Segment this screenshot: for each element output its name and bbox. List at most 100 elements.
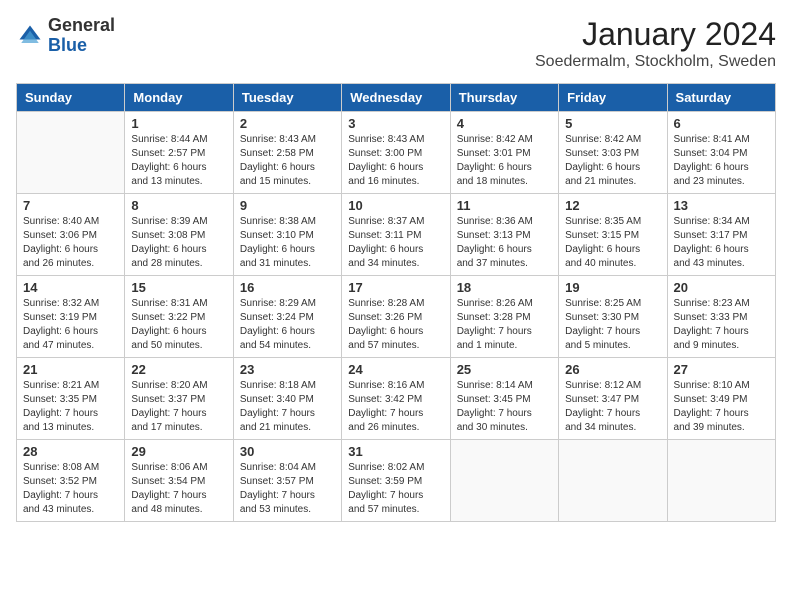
day-number: 2 [240,116,335,131]
day-info: Sunrise: 8:23 AM Sunset: 3:33 PM Dayligh… [674,297,769,353]
day-number: 26 [565,362,660,377]
day-info: Sunrise: 8:31 AM Sunset: 3:22 PM Dayligh… [131,297,226,353]
day-info: Sunrise: 8:43 AM Sunset: 2:58 PM Dayligh… [240,133,335,189]
day-number: 3 [348,116,443,131]
logo-icon [16,22,44,50]
day-info: Sunrise: 8:44 AM Sunset: 2:57 PM Dayligh… [131,133,226,189]
day-number: 24 [348,362,443,377]
calendar-cell: 12Sunrise: 8:35 AM Sunset: 3:15 PM Dayli… [559,194,667,276]
calendar-cell: 26 Sunrise: 8:12 AM Sunset: 3:47 PM Dayli… [559,358,667,440]
day-number: 9 [240,198,335,213]
location: Soedermalm, Stockholm, Sweden [535,53,776,71]
day-number: 18 [457,280,552,295]
day-info: Sunrise: 8:26 AM Sunset: 3:28 PM Dayligh… [457,297,552,353]
day-info: Sunrise: 8:34 AM Sunset: 3:17 PM Dayligh… [674,215,769,271]
calendar-cell: 14 Sunrise: 8:32 AM Sunset: 3:19 PM Dayli… [17,276,125,358]
logo-blue-text: Blue [48,35,87,55]
day-number: 11 [457,198,552,213]
day-info: Sunrise: 8:08 AM Sunset: 3:52 PM Dayligh… [23,461,118,517]
day-info: Sunrise: 8:28 AM Sunset: 3:26 PM Dayligh… [348,297,443,353]
day-number: 17 [348,280,443,295]
calendar-week-row: 1 Sunrise: 8:44 AM Sunset: 2:57 PM Daylig… [17,112,776,194]
calendar-cell: 18 Sunrise: 8:26 AM Sunset: 3:28 PM Dayli… [450,276,558,358]
day-info: Sunrise: 8:02 AM Sunset: 3:59 PM Dayligh… [348,461,443,517]
day-number: 20 [674,280,769,295]
day-number: 30 [240,444,335,459]
day-number: 31 [348,444,443,459]
day-info: Sunrise: 8:39 AM Sunset: 3:08 PM Dayligh… [131,215,226,271]
calendar-cell: 16 Sunrise: 8:29 AM Sunset: 3:24 PM Dayli… [233,276,341,358]
day-info: Sunrise: 8:20 AM Sunset: 3:37 PM Dayligh… [131,379,226,435]
day-number: 10 [348,198,443,213]
calendar-cell: 17 Sunrise: 8:28 AM Sunset: 3:26 PM Dayli… [342,276,450,358]
calendar-cell: 19 Sunrise: 8:25 AM Sunset: 3:30 PM Dayli… [559,276,667,358]
calendar-cell: 4 Sunrise: 8:42 AM Sunset: 3:01 PM Daylig… [450,112,558,194]
day-number: 28 [23,444,118,459]
month-title: January 2024 [535,16,776,53]
day-info: Sunrise: 8:10 AM Sunset: 3:49 PM Dayligh… [674,379,769,435]
day-number: 7 [23,198,118,213]
calendar-cell: 24 Sunrise: 8:16 AM Sunset: 3:42 PM Dayli… [342,358,450,440]
weekday-header: Thursday [450,84,558,112]
day-info: Sunrise: 8:42 AM Sunset: 3:03 PM Dayligh… [565,133,660,189]
calendar-cell: 29Sunrise: 8:06 AM Sunset: 3:54 PM Dayli… [125,440,233,522]
day-info: Sunrise: 8:37 AM Sunset: 3:11 PM Dayligh… [348,215,443,271]
calendar-week-row: 28 Sunrise: 8:08 AM Sunset: 3:52 PM Dayli… [17,440,776,522]
calendar-cell: 5Sunrise: 8:42 AM Sunset: 3:03 PM Daylig… [559,112,667,194]
calendar-cell: 2 Sunrise: 8:43 AM Sunset: 2:58 PM Daylig… [233,112,341,194]
calendar-cell [559,440,667,522]
day-number: 4 [457,116,552,131]
day-info: Sunrise: 8:32 AM Sunset: 3:19 PM Dayligh… [23,297,118,353]
day-number: 29 [131,444,226,459]
calendar-cell: 8Sunrise: 8:39 AM Sunset: 3:08 PM Daylig… [125,194,233,276]
calendar-cell: 7Sunrise: 8:40 AM Sunset: 3:06 PM Daylig… [17,194,125,276]
calendar-cell: 21 Sunrise: 8:21 AM Sunset: 3:35 PM Dayli… [17,358,125,440]
day-number: 23 [240,362,335,377]
calendar-week-row: 14 Sunrise: 8:32 AM Sunset: 3:19 PM Dayli… [17,276,776,358]
day-info: Sunrise: 8:18 AM Sunset: 3:40 PM Dayligh… [240,379,335,435]
day-info: Sunrise: 8:25 AM Sunset: 3:30 PM Dayligh… [565,297,660,353]
calendar-cell: 28 Sunrise: 8:08 AM Sunset: 3:52 PM Dayli… [17,440,125,522]
calendar-cell [667,440,775,522]
weekday-header: Friday [559,84,667,112]
day-info: Sunrise: 8:12 AM Sunset: 3:47 PM Dayligh… [565,379,660,435]
calendar-cell: 23 Sunrise: 8:18 AM Sunset: 3:40 PM Dayli… [233,358,341,440]
calendar-cell: 20 Sunrise: 8:23 AM Sunset: 3:33 PM Dayli… [667,276,775,358]
calendar-cell: 27 Sunrise: 8:10 AM Sunset: 3:49 PM Dayli… [667,358,775,440]
page-header: General Blue January 2024 Soedermalm, St… [16,16,776,71]
day-number: 22 [131,362,226,377]
calendar-cell: 25Sunrise: 8:14 AM Sunset: 3:45 PM Dayli… [450,358,558,440]
calendar-cell: 15 Sunrise: 8:31 AM Sunset: 3:22 PM Dayli… [125,276,233,358]
logo: General Blue [16,16,115,56]
calendar-cell: 6 Sunrise: 8:41 AM Sunset: 3:04 PM Daylig… [667,112,775,194]
title-block: January 2024 Soedermalm, Stockholm, Swed… [535,16,776,71]
day-info: Sunrise: 8:38 AM Sunset: 3:10 PM Dayligh… [240,215,335,271]
day-number: 15 [131,280,226,295]
weekday-header: Saturday [667,84,775,112]
day-number: 21 [23,362,118,377]
day-number: 6 [674,116,769,131]
weekday-header: Tuesday [233,84,341,112]
day-number: 1 [131,116,226,131]
day-info: Sunrise: 8:41 AM Sunset: 3:04 PM Dayligh… [674,133,769,189]
calendar-cell [450,440,558,522]
calendar-cell: 10 Sunrise: 8:37 AM Sunset: 3:11 PM Dayli… [342,194,450,276]
calendar-cell: 9 Sunrise: 8:38 AM Sunset: 3:10 PM Daylig… [233,194,341,276]
logo-general-text: General [48,15,115,35]
day-info: Sunrise: 8:21 AM Sunset: 3:35 PM Dayligh… [23,379,118,435]
day-info: Sunrise: 8:16 AM Sunset: 3:42 PM Dayligh… [348,379,443,435]
calendar-cell: 11Sunrise: 8:36 AM Sunset: 3:13 PM Dayli… [450,194,558,276]
calendar-cell: 30Sunrise: 8:04 AM Sunset: 3:57 PM Dayli… [233,440,341,522]
calendar-cell: 3Sunrise: 8:43 AM Sunset: 3:00 PM Daylig… [342,112,450,194]
day-number: 16 [240,280,335,295]
day-number: 19 [565,280,660,295]
calendar-week-row: 21 Sunrise: 8:21 AM Sunset: 3:35 PM Dayli… [17,358,776,440]
weekday-header: Wednesday [342,84,450,112]
day-info: Sunrise: 8:29 AM Sunset: 3:24 PM Dayligh… [240,297,335,353]
calendar-week-row: 7Sunrise: 8:40 AM Sunset: 3:06 PM Daylig… [17,194,776,276]
day-number: 14 [23,280,118,295]
weekday-header: Sunday [17,84,125,112]
day-info: Sunrise: 8:42 AM Sunset: 3:01 PM Dayligh… [457,133,552,189]
weekday-header-row: SundayMondayTuesdayWednesdayThursdayFrid… [17,84,776,112]
day-number: 27 [674,362,769,377]
